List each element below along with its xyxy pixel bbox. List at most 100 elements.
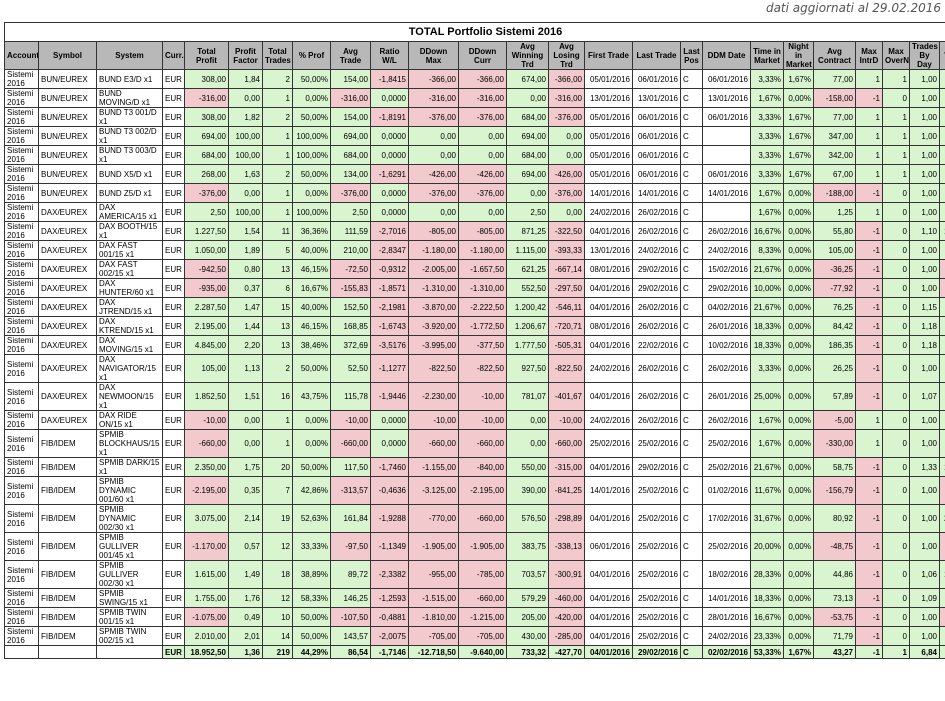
cell-avg-losing-trd: -667,14 <box>548 259 585 279</box>
cell-max-intrd: -1 <box>855 297 883 317</box>
cell-avg-contract: -53,75 <box>813 607 856 627</box>
cell-account: Sistemi 2016 <box>4 297 39 317</box>
cell-symbol: DAX/EUREX <box>38 278 97 298</box>
cell-max-overn: 0 <box>882 429 910 458</box>
header-avg-losing-trd: Avg Losing Trd <box>548 41 585 70</box>
cell-time-in-market: 3,33% <box>750 164 784 184</box>
total-avg-trade: 86,54 <box>330 645 371 659</box>
header-ratio-w-l: Ratio W/L <box>370 41 409 70</box>
cell-max-intrd: 1 <box>855 164 883 184</box>
total-ratio-w-l: -1,7146 <box>370 645 409 659</box>
cell-ratio-w-l: -1,8571 <box>370 278 409 298</box>
cell-ddown-curr: -316,00 <box>458 88 507 108</box>
cell-account: Sistemi 2016 <box>4 221 39 241</box>
cell-wlf: 0,00 <box>939 410 945 430</box>
cell-total-trades: 10 <box>262 607 293 627</box>
cell-last-trade: 26/02/2016 <box>632 354 681 383</box>
cell-ddm-date <box>702 126 751 146</box>
cell-ddown-max: -3.920,00 <box>408 316 459 336</box>
cell-curr: EUR <box>162 626 185 646</box>
cell-ddown-curr: -366,00 <box>458 69 507 89</box>
cell-last-pos: C <box>680 607 703 627</box>
cell-ddm-date: 24/02/2016 <box>702 626 751 646</box>
cell-trades-by-day: 1,18 <box>909 335 940 355</box>
cell-total-profit: 1.755,00 <box>184 588 229 608</box>
cell-account: Sistemi 2016 <box>4 316 39 336</box>
cell-ddm-date: 14/01/2016 <box>702 588 751 608</box>
cell-first-trade: 04/01/2016 <box>584 560 633 589</box>
cell-night-in-market: 0,00% <box>783 504 814 533</box>
cell-ddown-curr: -1.657,50 <box>458 259 507 279</box>
cell-ddown-curr: -1.905,00 <box>458 532 507 561</box>
cell-avg-trade: -10,00 <box>330 410 371 430</box>
cell-last-pos: C <box>680 626 703 646</box>
total-wlf: 9,55 <box>939 645 945 659</box>
table-row: Sistemi 2016 BUN/EUREX BUND T3 001/D x1 EUR… <box>4 107 945 127</box>
cell-ratio-w-l: -2,0075 <box>370 626 409 646</box>
table-row: Sistemi 2016 DAX/EUREX DAX MOVING/15 x1 EUR… <box>4 335 945 355</box>
cell-ddown-max: -366,00 <box>408 69 459 89</box>
cell-time-in-market: 1,67% <box>750 183 784 203</box>
cell-system: DAX HUNTER/60 x1 <box>96 278 163 298</box>
cell-first-trade: 04/01/2016 <box>584 278 633 298</box>
cell-avg-winning-trd: 1.777,50 <box>506 335 549 355</box>
cell-avg-contract: -77,92 <box>813 278 856 298</box>
cell-last-trade: 29/02/2016 <box>632 278 681 298</box>
table-row: Sistemi 2016 FIB/IDEM SPMIB TWIN 001/15 x1… <box>4 607 945 627</box>
cell-max-overn: 1 <box>882 126 910 146</box>
cell-first-trade: 05/01/2016 <box>584 107 633 127</box>
cell-curr: EUR <box>162 560 185 589</box>
cell-total-trades: 20 <box>262 457 293 477</box>
cell-time-in-market: 10,00% <box>750 278 784 298</box>
cell-wlf: 0,00 <box>939 354 945 383</box>
cell-avg-losing-trd: 0,00 <box>548 145 585 165</box>
cell-time-in-market: 18,33% <box>750 588 784 608</box>
cell-avg-trade: 694,00 <box>330 126 371 146</box>
total-last-trade: 29/02/2016 <box>632 645 681 659</box>
table-row: Sistemi 2016 FIB/IDEM SPMIB DYNAMIC 001/60… <box>4 476 945 505</box>
cell-prof: 50,00% <box>292 607 331 627</box>
cell-total-profit: 2.010,00 <box>184 626 229 646</box>
header-prof: % Prof <box>292 41 331 70</box>
cell-ddm-date: 25/02/2016 <box>702 457 751 477</box>
cell-max-intrd: -1 <box>855 259 883 279</box>
cell-avg-winning-trd: 579,29 <box>506 588 549 608</box>
cell-curr: EUR <box>162 278 185 298</box>
cell-avg-contract: 342,00 <box>813 145 856 165</box>
cell-ddown-curr: -660,00 <box>458 504 507 533</box>
cell-ddm-date: 17/02/2016 <box>702 504 751 533</box>
cell-avg-contract: 1,25 <box>813 202 856 222</box>
cell-account: Sistemi 2016 <box>4 607 39 627</box>
cell-profit-factor: 0,49 <box>228 607 263 627</box>
cell-last-trade: 06/01/2016 <box>632 164 681 184</box>
cell-ddown-curr: -10,00 <box>458 382 507 411</box>
cell-curr: EUR <box>162 532 185 561</box>
cell-trades-by-day: 1,00 <box>909 259 940 279</box>
cell-total-trades: 13 <box>262 316 293 336</box>
cell-last-pos: C <box>680 202 703 222</box>
cell-ddown-curr: -705,00 <box>458 626 507 646</box>
cell-avg-losing-trd: -841,25 <box>548 476 585 505</box>
cell-time-in-market: 20,00% <box>750 532 784 561</box>
cell-ratio-w-l: -1,8415 <box>370 69 409 89</box>
cell-avg-trade: -107,50 <box>330 607 371 627</box>
cell-ratio-w-l: -3,5176 <box>370 335 409 355</box>
header-avg-contract: Avg Contract <box>813 41 856 70</box>
table-row: Sistemi 2016 BUN/EUREX BUND X5/D x1 EUR 268,… <box>4 164 945 184</box>
cell-last-trade: 26/02/2016 <box>632 382 681 411</box>
cell-avg-contract: -156,79 <box>813 476 856 505</box>
cell-time-in-market: 23,33% <box>750 626 784 646</box>
cell-total-trades: 1 <box>262 429 293 458</box>
cell-avg-losing-trd: -505,31 <box>548 335 585 355</box>
cell-max-intrd: -1 <box>855 476 883 505</box>
cell-night-in-market: 0,00% <box>783 607 814 627</box>
cell-night-in-market: 1,67% <box>783 69 814 89</box>
table-row: Sistemi 2016 BUN/EUREX BUND Z5/D x1 EUR -376… <box>4 183 945 203</box>
cell-avg-trade: 684,00 <box>330 145 371 165</box>
cell-avg-winning-trd: 0,00 <box>506 429 549 458</box>
cell-account: Sistemi 2016 <box>4 202 39 222</box>
cell-system: SPMIB TWIN 002/15 x1 <box>96 626 163 646</box>
cell-symbol: BUN/EUREX <box>38 183 97 203</box>
cell-ddown-max: -822,50 <box>408 354 459 383</box>
cell-avg-losing-trd: -285,00 <box>548 626 585 646</box>
